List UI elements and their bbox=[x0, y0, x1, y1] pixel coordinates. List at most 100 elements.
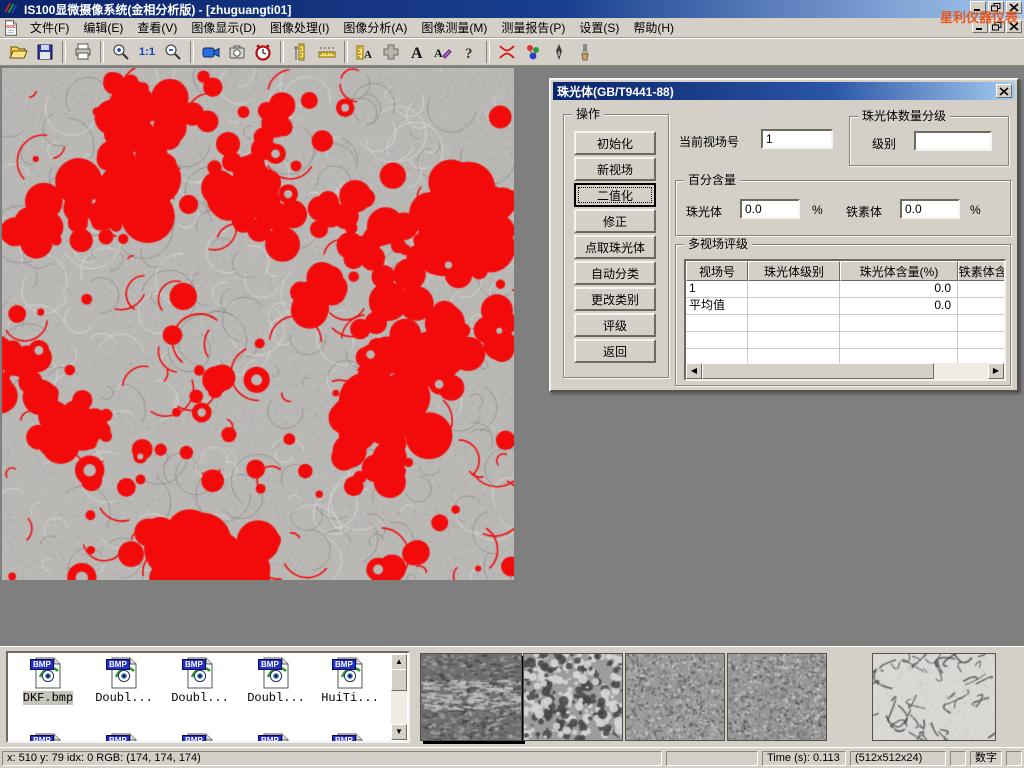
dialog-title-bar[interactable]: 珠光体(GB/T9441-88) bbox=[553, 82, 1015, 100]
bmp-file-icon: BMP bbox=[184, 657, 216, 689]
rate-button[interactable]: 评级 bbox=[574, 313, 656, 337]
open-button[interactable] bbox=[6, 40, 32, 64]
camera-icon bbox=[227, 42, 247, 62]
current-field-input[interactable] bbox=[761, 129, 833, 149]
file-item[interactable]: BMP bbox=[88, 733, 160, 743]
rating-table: 视场号 珠光体级别 珠光体含量(%) 铁素体含量(%) 1 0.0 平均值 0.… bbox=[684, 259, 1006, 381]
save-button[interactable] bbox=[32, 40, 58, 64]
menu-edit[interactable]: 编辑(E) bbox=[76, 17, 130, 38]
scroll-up-icon[interactable]: ▲ bbox=[391, 654, 407, 670]
cell-ferrite bbox=[958, 281, 1006, 297]
restore-icon[interactable] bbox=[988, 1, 1004, 14]
text-button[interactable]: A bbox=[404, 40, 430, 64]
grade-input[interactable] bbox=[914, 131, 992, 151]
binarize-button[interactable]: 二值化 bbox=[574, 183, 656, 207]
annotate-button[interactable]: A bbox=[430, 40, 456, 64]
print-button[interactable] bbox=[70, 40, 96, 64]
pen-button[interactable] bbox=[546, 40, 572, 64]
brush-button[interactable] bbox=[572, 40, 598, 64]
bmp-file-icon: BMP bbox=[108, 733, 140, 743]
file-item[interactable]: BMP bbox=[12, 733, 84, 743]
printer-icon bbox=[73, 42, 93, 62]
thumbnail-image[interactable] bbox=[727, 653, 827, 741]
pen-icon bbox=[549, 42, 569, 62]
zoom-in-button[interactable] bbox=[108, 40, 134, 64]
file-item[interactable]: BMP bbox=[240, 733, 312, 743]
pearlite-input[interactable] bbox=[740, 199, 800, 219]
dialog-close-icon[interactable] bbox=[996, 84, 1012, 98]
ferrite-label: 铁素体 bbox=[846, 203, 882, 220]
file-item[interactable]: BMP HuiTi... bbox=[314, 657, 386, 705]
thumbnail-image[interactable] bbox=[872, 653, 996, 741]
minimize-icon[interactable] bbox=[970, 1, 986, 14]
thumbnail-image[interactable] bbox=[420, 653, 522, 741]
col-pearlite: 珠光体含量(%) bbox=[840, 261, 958, 281]
init-button[interactable]: 初始化 bbox=[574, 131, 656, 155]
bmp-file-icon: BMP bbox=[32, 657, 64, 689]
zoom-out-button[interactable] bbox=[160, 40, 186, 64]
svg-text:A: A bbox=[411, 45, 423, 62]
caliper-button[interactable] bbox=[288, 40, 314, 64]
menu-image-process[interactable]: 图像处理(I) bbox=[263, 17, 336, 38]
menu-report[interactable]: 测量报告(P) bbox=[494, 17, 572, 38]
snapshot-button[interactable] bbox=[224, 40, 250, 64]
cursor-status: x: 510 y: 79 idx: 0 RGB: (174, 174, 174) bbox=[2, 751, 662, 766]
cell-pearlite: 0.0 bbox=[840, 281, 958, 297]
toolbar: 1:1 A A A ? bbox=[0, 38, 1024, 66]
merge-button[interactable] bbox=[378, 40, 404, 64]
window-title: IS100显微摄像系统(金相分析版) - [zhuguangti01] bbox=[24, 1, 291, 18]
ruler-button[interactable] bbox=[314, 40, 340, 64]
particle-classify-button[interactable] bbox=[520, 40, 546, 64]
thumbnail-image[interactable] bbox=[523, 653, 623, 741]
video-capture-button[interactable] bbox=[198, 40, 224, 64]
change-class-button[interactable]: 更改类别 bbox=[574, 287, 656, 311]
measure-text-button[interactable]: A bbox=[352, 40, 378, 64]
correct-button[interactable]: 修正 bbox=[574, 209, 656, 233]
menu-settings[interactable]: 设置(S) bbox=[572, 17, 626, 38]
file-item[interactable]: BMP Doubl... bbox=[240, 657, 312, 705]
close-icon[interactable] bbox=[1006, 1, 1022, 14]
col-grade: 珠光体级别 bbox=[748, 261, 840, 281]
scroll-down-icon[interactable]: ▼ bbox=[391, 724, 407, 740]
window-controls bbox=[970, 1, 1022, 14]
micrograph-image[interactable] bbox=[2, 68, 514, 580]
menu-file[interactable]: 文件(F) bbox=[23, 17, 76, 38]
help-button[interactable]: ? bbox=[456, 40, 482, 64]
auto-classify-button[interactable]: 自动分类 bbox=[574, 261, 656, 285]
col-ferrite: 铁素体含量(%) bbox=[958, 261, 1006, 281]
menu-help[interactable]: 帮助(H) bbox=[626, 17, 681, 38]
file-item[interactable]: BMP bbox=[314, 733, 386, 743]
table-empty-row bbox=[686, 332, 1004, 349]
file-item[interactable]: BMP Doubl... bbox=[164, 657, 236, 705]
child-minimize-icon[interactable] bbox=[972, 20, 988, 33]
file-item[interactable]: BMP Doubl... bbox=[88, 657, 160, 705]
child-restore-icon[interactable] bbox=[989, 20, 1005, 33]
table-row[interactable]: 平均值 0.0 bbox=[686, 298, 1004, 315]
new-field-button[interactable]: 新视场 bbox=[574, 157, 656, 181]
scroll-right-icon[interactable]: ▶ bbox=[988, 363, 1004, 379]
file-item[interactable]: BMP DKF.bmp bbox=[12, 657, 84, 705]
file-list-scrollbar[interactable]: ▲ ▼ bbox=[391, 654, 407, 740]
thumbnail-image[interactable] bbox=[625, 653, 725, 741]
pick-pearlite-button[interactable]: 点取珠光体 bbox=[574, 235, 656, 259]
hscroll-thumb[interactable] bbox=[702, 363, 934, 379]
child-close-icon[interactable] bbox=[1006, 20, 1022, 33]
menu-view[interactable]: 查看(V) bbox=[130, 17, 184, 38]
file-item[interactable]: BMP bbox=[164, 733, 236, 743]
scroll-left-icon[interactable]: ◀ bbox=[686, 363, 702, 379]
vscroll-thumb[interactable] bbox=[391, 669, 407, 691]
timer-button[interactable] bbox=[250, 40, 276, 64]
menu-image-measure[interactable]: 图像测量(M) bbox=[414, 17, 494, 38]
return-button[interactable]: 返回 bbox=[574, 339, 656, 363]
bmp-badge: BMP bbox=[30, 735, 54, 743]
table-hscrollbar[interactable]: ◀ ▶ bbox=[686, 363, 1004, 379]
ferrite-input[interactable] bbox=[900, 199, 960, 219]
video-camera-icon bbox=[201, 42, 221, 62]
menu-image-analysis[interactable]: 图像分析(A) bbox=[336, 17, 414, 38]
table-row[interactable]: 1 0.0 bbox=[686, 281, 1004, 298]
menu-image-display[interactable]: 图像显示(D) bbox=[184, 17, 263, 38]
percent-group-label: 百分含量 bbox=[684, 173, 740, 187]
curve-tool-button[interactable] bbox=[494, 40, 520, 64]
caliper-icon bbox=[291, 42, 311, 62]
actual-size-button[interactable]: 1:1 bbox=[134, 40, 160, 64]
